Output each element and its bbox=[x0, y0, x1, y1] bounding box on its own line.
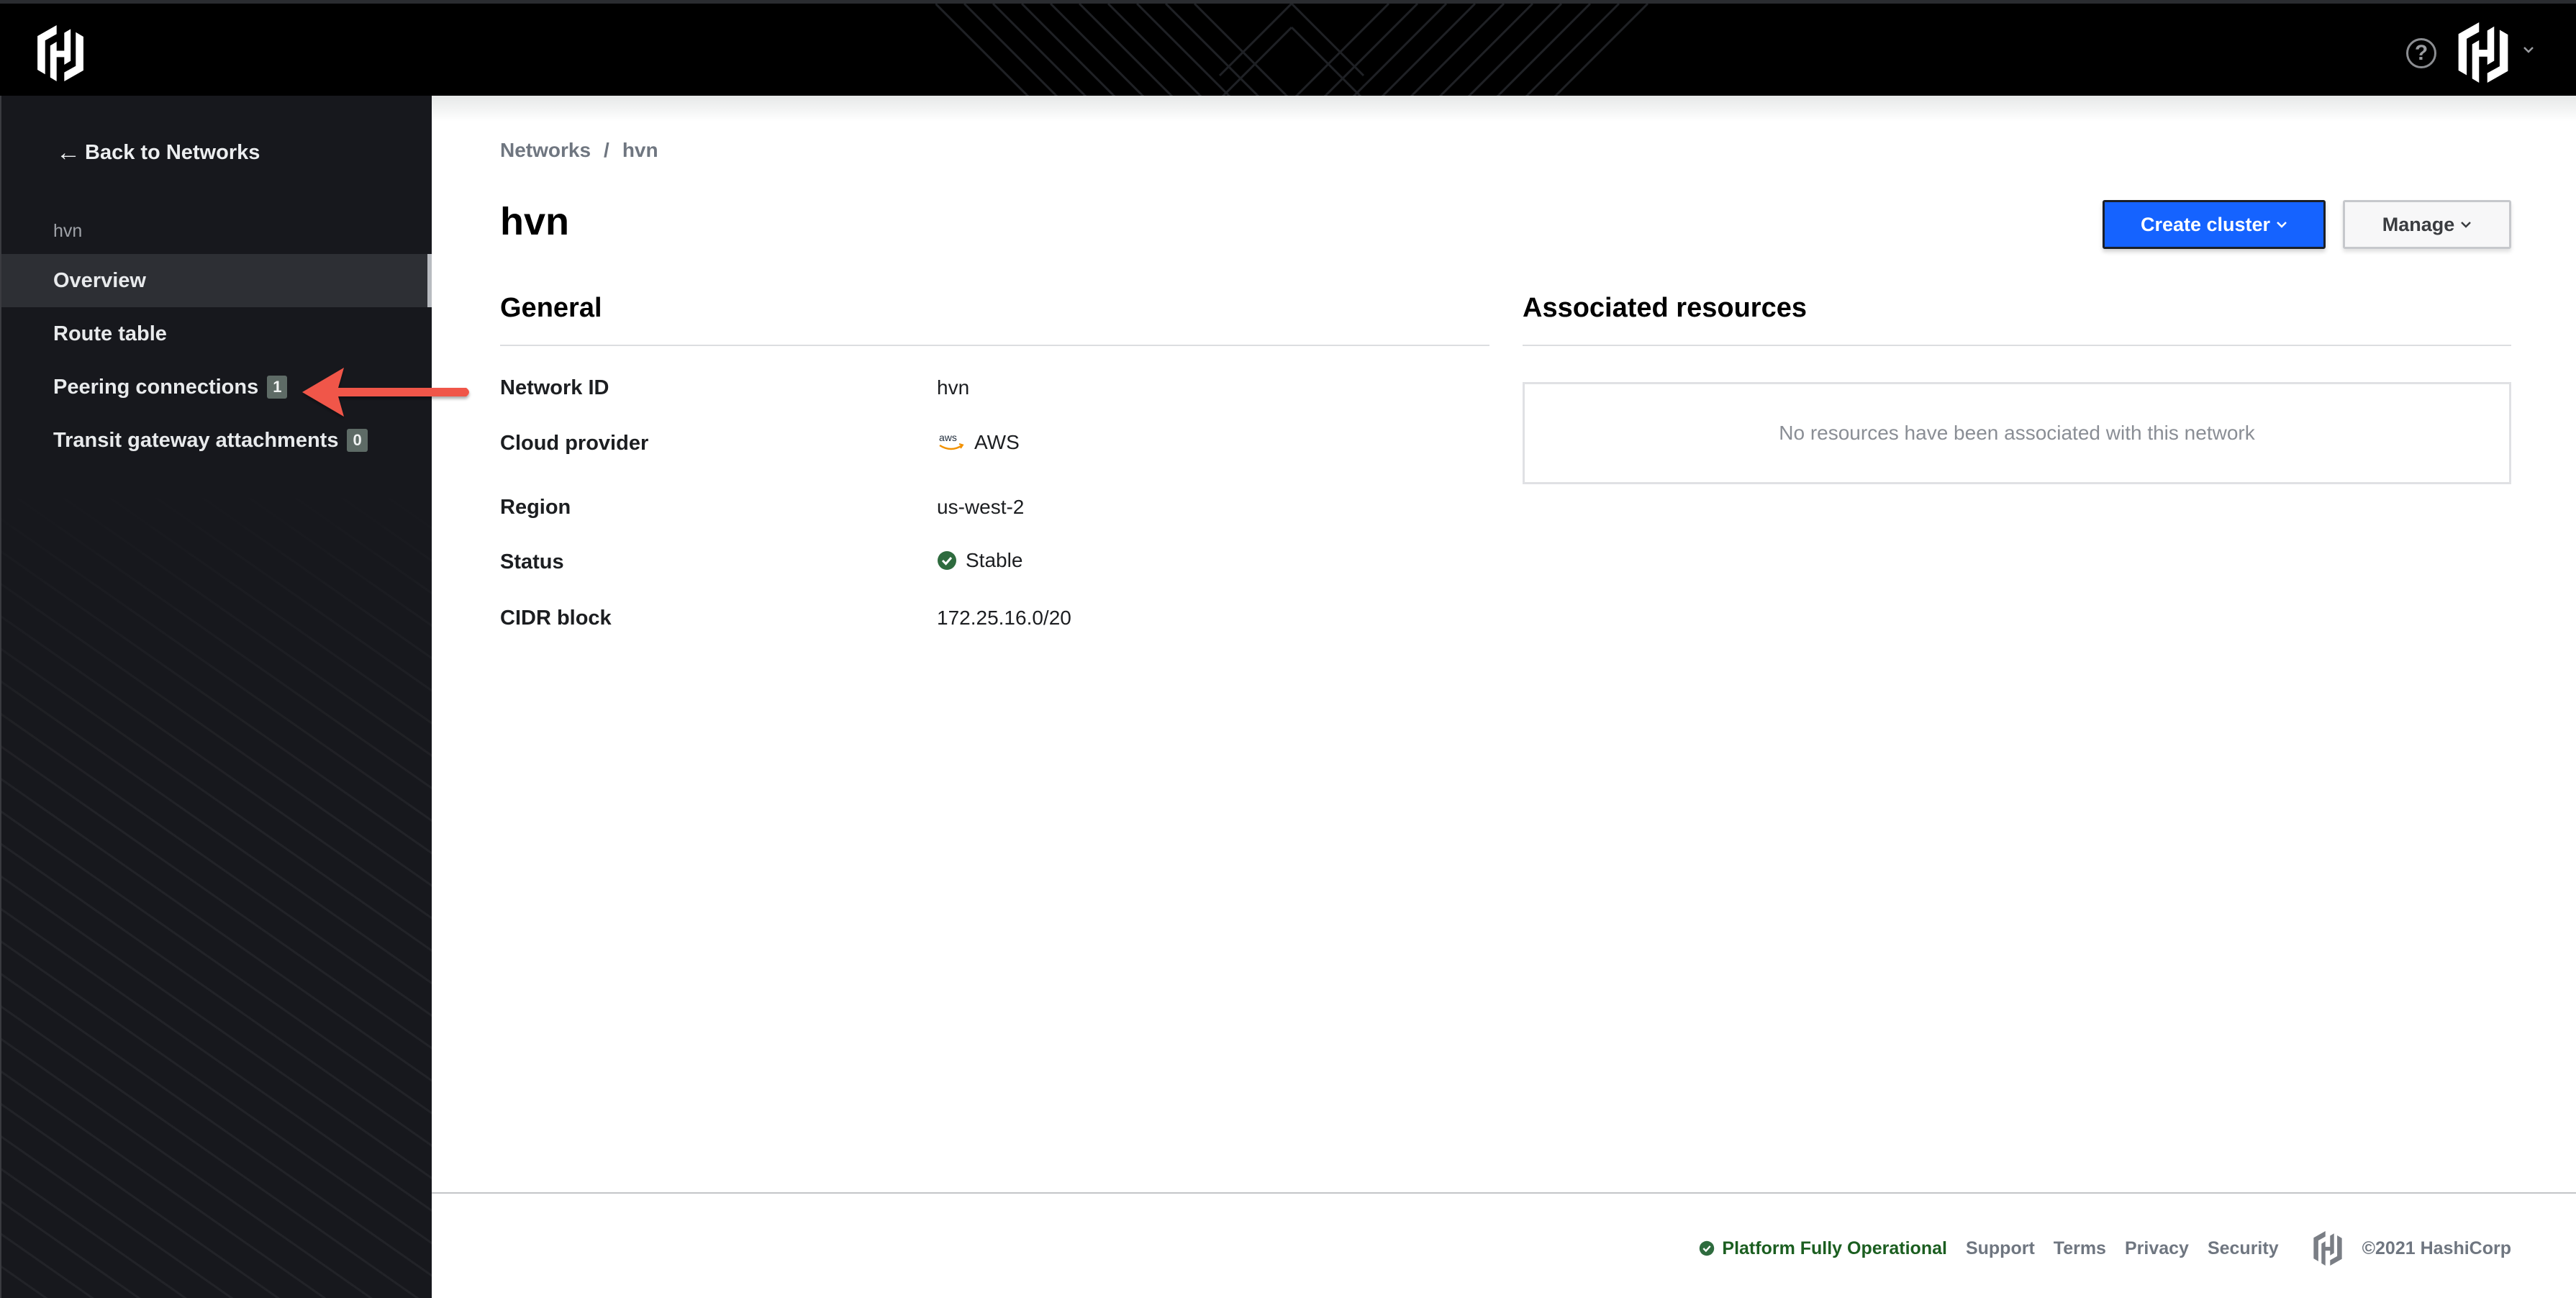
sidebar-item-label: Peering connections bbox=[53, 375, 259, 399]
sidebar-item-label: Transit gateway attachments bbox=[53, 428, 339, 452]
chevron-down-icon bbox=[2277, 222, 2287, 228]
page-title: hvn bbox=[500, 200, 570, 243]
hashicorp-logo-icon bbox=[2313, 1231, 2342, 1266]
cidr-block-label: CIDR block bbox=[500, 607, 612, 630]
value-text: AWS bbox=[974, 431, 1020, 453]
footer-security-link[interactable]: Security bbox=[2208, 1238, 2279, 1259]
breadcrumb-networks-link[interactable]: Networks bbox=[500, 139, 591, 162]
chevron-down-icon bbox=[2461, 222, 2472, 228]
create-cluster-label: Create cluster bbox=[2140, 213, 2271, 235]
footer-support-link[interactable]: Support bbox=[1966, 1238, 2035, 1259]
count-badge: 0 bbox=[347, 429, 368, 452]
sidebar-item-overview[interactable]: Overview bbox=[1, 254, 432, 307]
manage-label: Manage bbox=[2382, 213, 2455, 235]
status-label: Status bbox=[500, 550, 564, 573]
network-id-label: Network ID bbox=[500, 376, 609, 399]
network-id-value: hvn bbox=[937, 376, 969, 399]
top-navigation-bar: ? bbox=[0, 0, 2576, 96]
back-to-networks-link[interactable]: ← Back to Networks bbox=[56, 139, 260, 167]
platform-status-label: Platform Fully Operational bbox=[1722, 1238, 1947, 1258]
region-label: Region bbox=[500, 496, 571, 519]
general-section-title: General bbox=[500, 293, 602, 323]
aws-logo-icon: aws bbox=[939, 432, 964, 450]
value-text: 172.25.16.0/20 bbox=[937, 607, 1071, 629]
associated-resources-empty-state: No resources have been associated with t… bbox=[1523, 382, 2511, 484]
sidebar: ← Back to Networks hvn Overview Route ta… bbox=[0, 96, 432, 1298]
status-value: Stable bbox=[937, 549, 1022, 572]
create-cluster-button[interactable]: Create cluster bbox=[2103, 200, 2326, 249]
cloud-provider-label: Cloud provider bbox=[500, 432, 649, 455]
arrow-left-icon: ← bbox=[56, 139, 81, 166]
svg-text:aws: aws bbox=[939, 432, 957, 443]
sidebar-nav: Overview Route table Peering connections… bbox=[1, 254, 432, 467]
check-circle-icon bbox=[938, 551, 956, 570]
associated-resources-title: Associated resources bbox=[1523, 293, 1807, 323]
general-divider bbox=[500, 345, 1489, 346]
region-value: us-west-2 bbox=[937, 496, 1024, 519]
check-circle-icon bbox=[1700, 1240, 1715, 1256]
footer-terms-link[interactable]: Terms bbox=[2054, 1238, 2106, 1259]
breadcrumb: Networks / hvn bbox=[500, 139, 658, 162]
value-text: Stable bbox=[966, 549, 1023, 571]
back-link-label: Back to Networks bbox=[85, 141, 260, 164]
cloud-provider-value: aws AWS bbox=[937, 431, 1020, 454]
help-circle-icon[interactable]: ? bbox=[2406, 38, 2436, 68]
value-text: hvn bbox=[937, 376, 970, 399]
associated-divider bbox=[1523, 345, 2511, 346]
count-badge: 1 bbox=[267, 376, 288, 399]
sidebar-item-label: Overview bbox=[53, 268, 146, 292]
value-text: us-west-2 bbox=[937, 496, 1025, 518]
empty-message: No resources have been associated with t… bbox=[1779, 422, 2255, 444]
footer: Platform Fully Operational Support Terms… bbox=[1699, 1231, 2511, 1266]
manage-button[interactable]: Manage bbox=[2343, 200, 2511, 249]
breadcrumb-separator: / bbox=[604, 139, 609, 161]
header-pattern-decoration bbox=[935, 4, 1649, 96]
footer-divider bbox=[432, 1192, 2576, 1194]
sidebar-item-peering-connections[interactable]: Peering connections 1 bbox=[1, 360, 432, 414]
platform-status-link[interactable]: Platform Fully Operational bbox=[1699, 1238, 1947, 1259]
organization-logo-icon[interactable] bbox=[2455, 22, 2511, 83]
main-content: Networks / hvn hvn Create cluster Manage… bbox=[432, 96, 2576, 1298]
breadcrumb-current[interactable]: hvn bbox=[622, 139, 658, 162]
sidebar-section-label: hvn bbox=[53, 221, 83, 241]
sidebar-item-transit-gateway-attachments[interactable]: Transit gateway attachments 0 bbox=[1, 414, 432, 467]
chevron-down-icon[interactable] bbox=[2523, 44, 2534, 55]
sidebar-item-route-table[interactable]: Route table bbox=[1, 307, 432, 360]
cidr-block-value: 172.25.16.0/20 bbox=[937, 607, 1071, 630]
copyright-text: ©2021 HashiCorp bbox=[2362, 1238, 2511, 1258]
hashicorp-logo-icon[interactable] bbox=[35, 25, 86, 81]
sidebar-item-label: Route table bbox=[53, 322, 167, 345]
footer-privacy-link[interactable]: Privacy bbox=[2125, 1238, 2189, 1259]
